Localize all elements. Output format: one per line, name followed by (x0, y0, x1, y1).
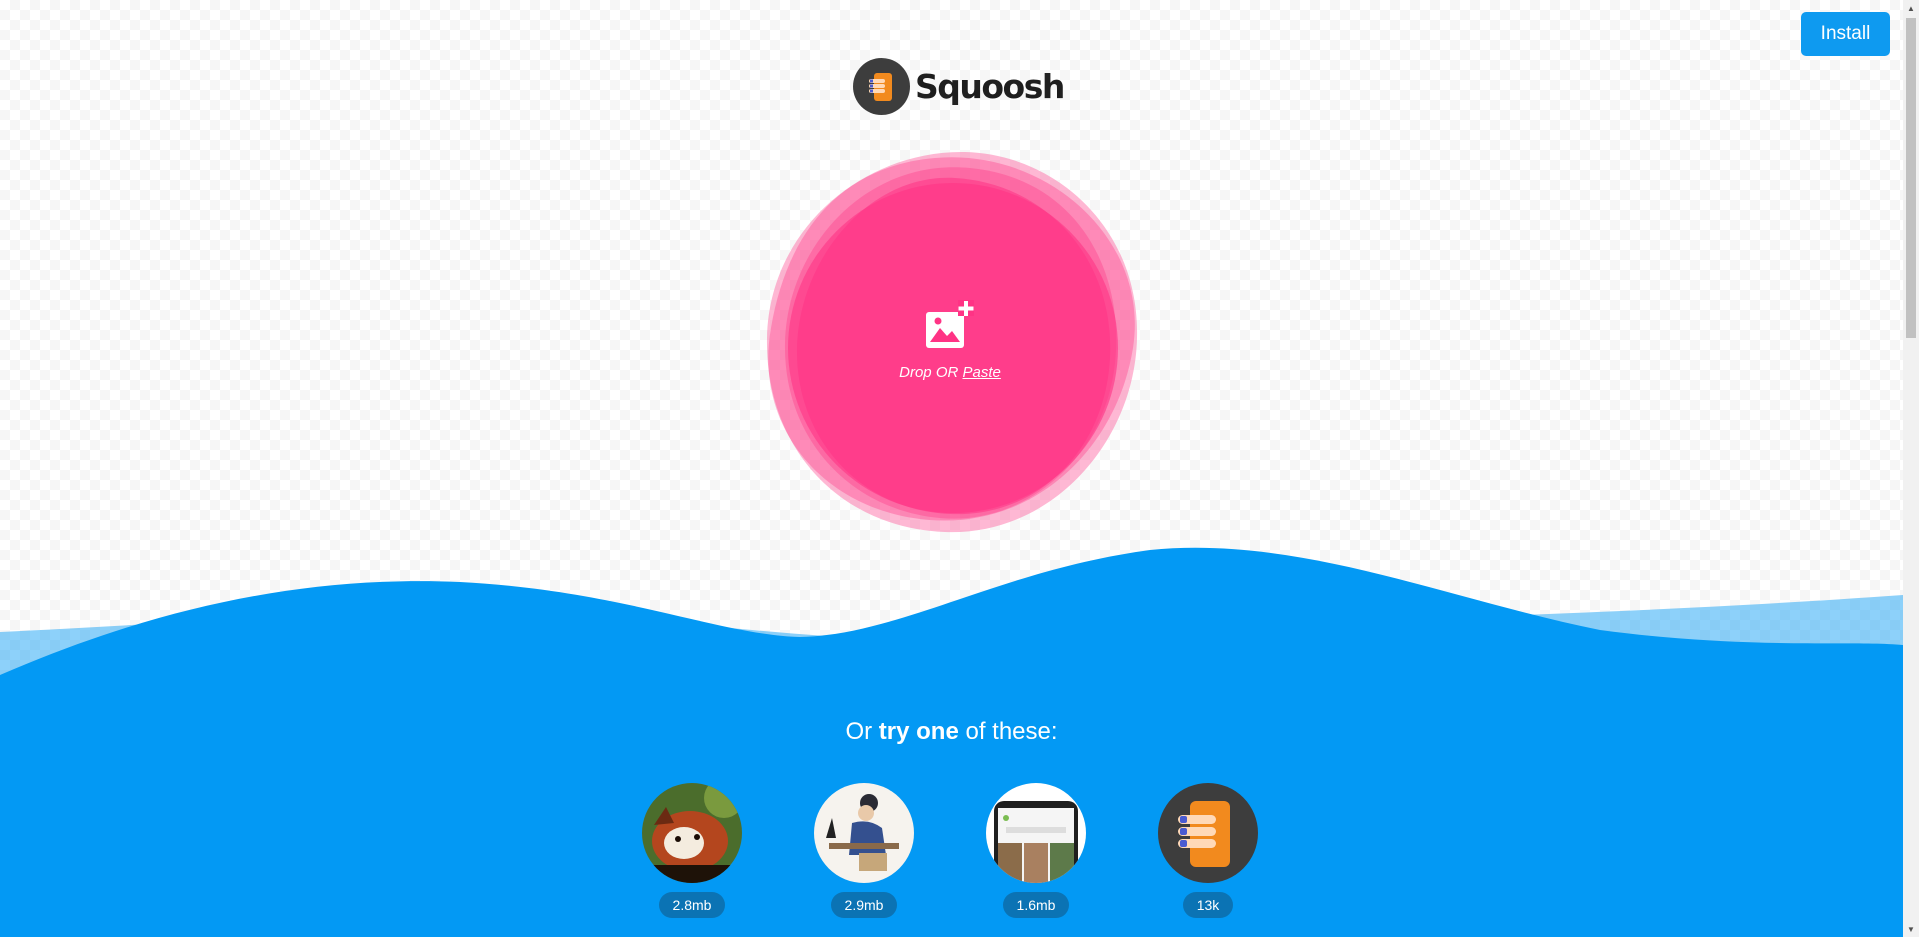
demo-size: 13k (1182, 892, 1234, 918)
red-panda-thumbnail[interactable] (642, 783, 742, 883)
drop-label: Drop OR (899, 364, 963, 381)
demo-size: 2.9mb (830, 892, 898, 918)
device-screenshot-thumbnail[interactable] (986, 783, 1086, 883)
logo: Squoosh (853, 58, 1065, 115)
demo-item-device[interactable]: 1.6mb (976, 783, 1096, 918)
drop-zone[interactable]: Drop OR Paste (880, 300, 1020, 381)
try-prefix: Or (845, 718, 879, 745)
demo-item-artwork[interactable]: 2.9mb (804, 783, 924, 918)
logo-icon (853, 58, 910, 115)
scroll-thumb[interactable] (1906, 18, 1916, 338)
squoosh-logo-icon[interactable] (1158, 783, 1258, 883)
demo-size: 2.8mb (658, 892, 726, 918)
drop-text: Drop OR Paste (899, 364, 1001, 381)
add-image-icon (926, 300, 974, 348)
try-heading: Or try one of these: (0, 718, 1903, 746)
artwork-thumbnail[interactable] (814, 783, 914, 883)
logo-text: Squoosh (915, 67, 1065, 106)
install-button[interactable]: Install (1801, 12, 1890, 56)
scroll-down-arrow-icon[interactable]: ▼ (1903, 921, 1919, 937)
demo-size: 1.6mb (1002, 892, 1070, 918)
demo-item-logo[interactable]: 13k (1148, 783, 1268, 918)
paste-link[interactable]: Paste (963, 364, 1001, 381)
demo-item-red-panda[interactable]: 2.8mb (632, 783, 752, 918)
try-bold: try one (878, 718, 959, 745)
scroll-up-arrow-icon[interactable]: ▲ (1903, 0, 1919, 16)
vertical-scrollbar[interactable]: ▲ ▼ (1903, 0, 1919, 937)
try-suffix: of these: (958, 718, 1058, 745)
